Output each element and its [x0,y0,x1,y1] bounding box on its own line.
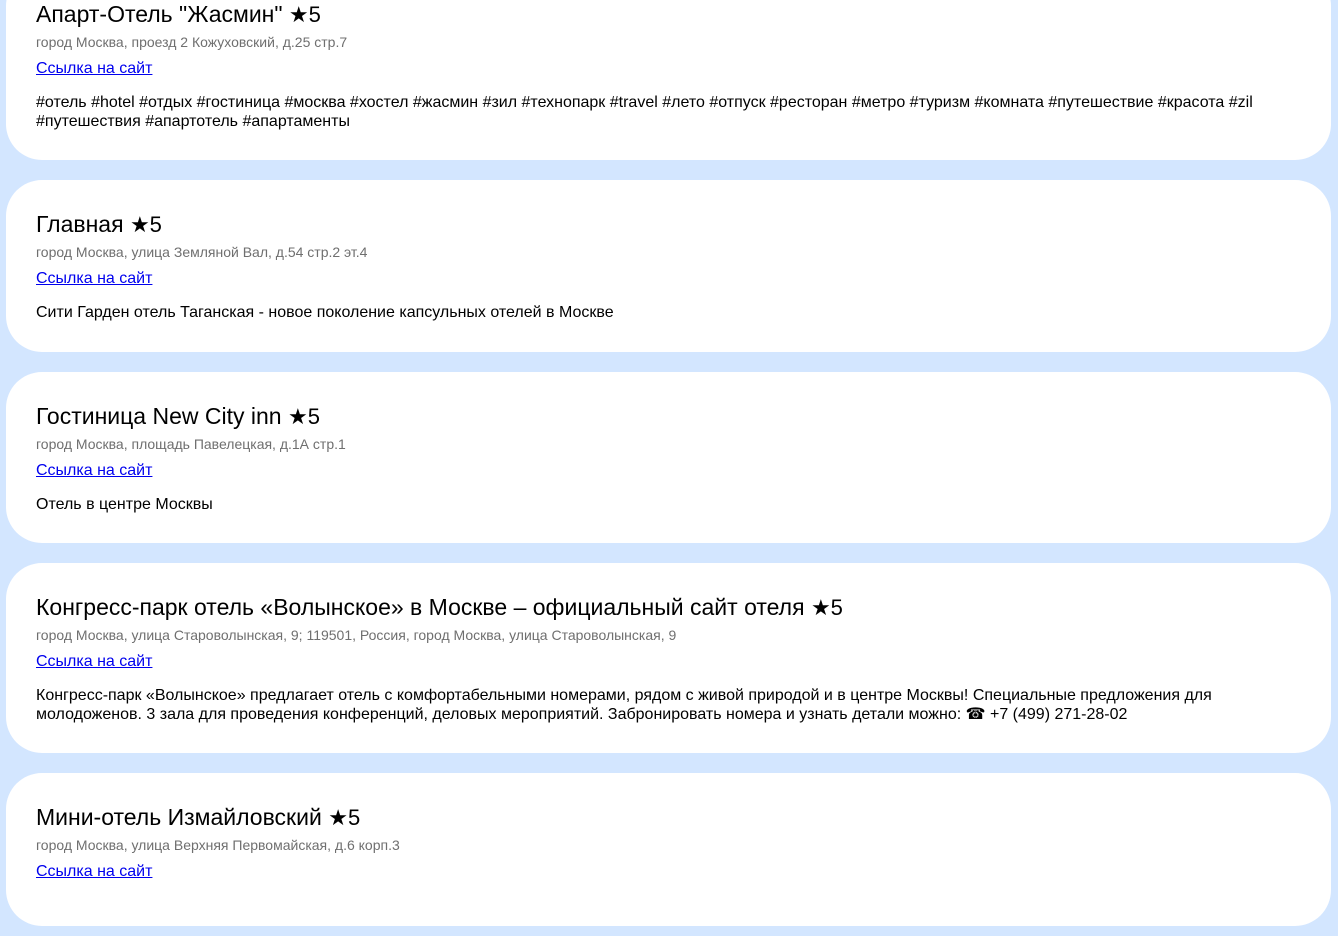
rating-star: ★5 [288,2,321,27]
rating-star: ★5 [810,595,843,620]
hotel-name: Конгресс-парк отель «Волынское» в Москве… [36,594,805,620]
hotel-address: город Москва, улица Земляной Вал, д.54 с… [36,244,368,260]
website-link[interactable]: Ссылка на сайт [36,862,152,882]
hotel-card: Апарт-Отель "Жасмин" ★5 город Москва, пр… [6,0,1331,160]
hotel-title: Главная ★5 [36,210,1301,239]
rating-star: ★5 [287,404,320,429]
hotel-card: Главная ★5 город Москва, улица Земляной … [6,180,1331,352]
hotel-list-page: { "hotels": [ { "title": "Апарт-Отель \"… [0,0,1338,936]
hotel-address: город Москва, проезд 2 Кожуховский, д.25… [36,34,348,50]
hotel-description: Сити Гарден отель Таганская - новое поко… [36,304,614,321]
hotel-name: Главная [36,211,124,237]
hotel-card: Мини-отель Измайловский ★5 город Москва,… [6,773,1331,926]
hotel-name: Апарт-Отель "Жасмин" [36,1,283,27]
hotel-description: Конгресс-парк «Волынское» предлагает оте… [36,687,1212,723]
hotel-card: Конгресс-парк отель «Волынское» в Москве… [6,563,1331,753]
website-link[interactable]: Ссылка на сайт [36,269,152,289]
hotel-description: #отель #hotel #отдых #гостиница #москва … [36,94,1253,130]
hotel-description: Отель в центре Москвы [36,496,213,513]
hotel-card: Гостиница New City inn ★5 город Москва, … [6,372,1331,543]
hotel-title: Апарт-Отель "Жасмин" ★5 [36,0,1301,29]
hotel-name: Гостиница New City inn [36,403,282,429]
hotel-title: Мини-отель Измайловский ★5 [36,803,1301,832]
hotel-address: город Москва, улица Староволынская, 9; 1… [36,627,677,643]
website-link[interactable]: Ссылка на сайт [36,652,152,672]
hotel-address: город Москва, улица Верхняя Первомайская… [36,837,400,853]
hotel-address: город Москва, площадь Павелецкая, д.1А с… [36,436,346,452]
website-link[interactable]: Ссылка на сайт [36,461,152,481]
hotel-title: Гостиница New City inn ★5 [36,402,1301,431]
rating-star: ★5 [328,805,361,830]
rating-star: ★5 [129,212,162,237]
hotel-title: Конгресс-парк отель «Волынское» в Москве… [36,593,1301,622]
hotel-name: Мини-отель Измайловский [36,804,322,830]
website-link[interactable]: Ссылка на сайт [36,59,152,79]
